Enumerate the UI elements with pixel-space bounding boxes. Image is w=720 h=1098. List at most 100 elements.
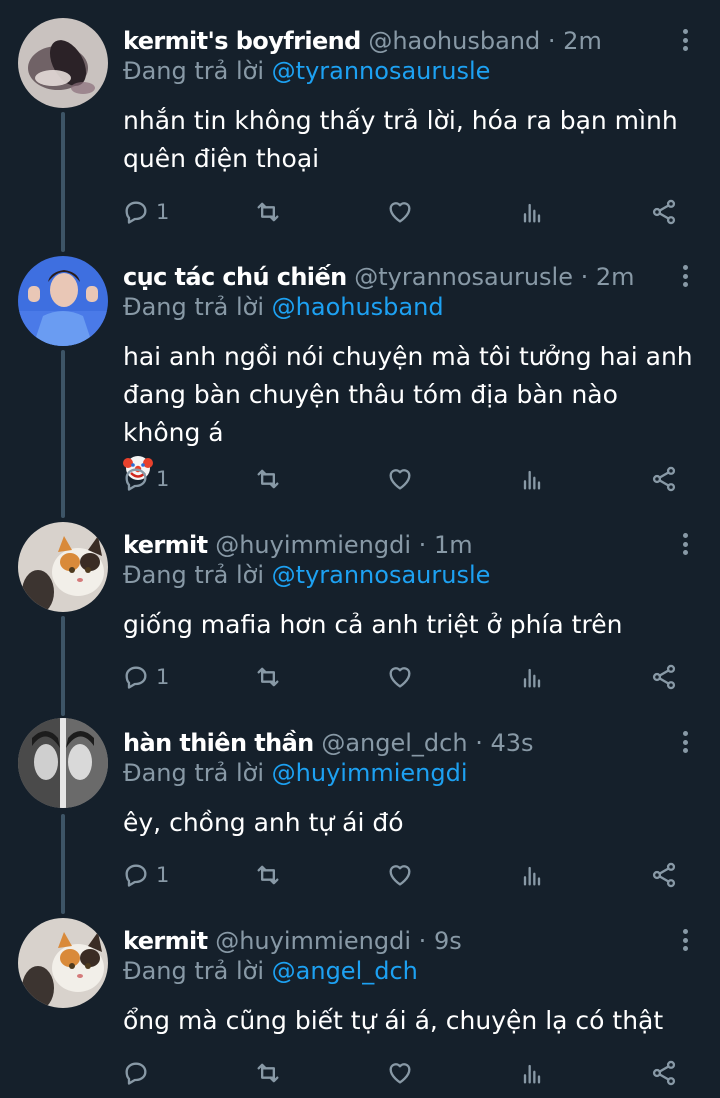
- reply-mention[interactable]: @angel_dch: [272, 957, 418, 985]
- blurry-photo-avatar-image: [18, 18, 108, 108]
- reply-icon: [125, 864, 147, 887]
- analytics-icon: [523, 203, 541, 223]
- more-options-icon[interactable]: [680, 26, 690, 54]
- person-blue-background-avatar-image: [18, 256, 108, 346]
- reply-mention[interactable]: @tyrannosaurusle: [272, 561, 491, 589]
- user-handle[interactable]: @haohusband: [368, 27, 540, 55]
- timestamp[interactable]: 2m: [563, 27, 602, 55]
- retweet-button[interactable]: [254, 462, 282, 496]
- tweet-text: ổng mà cũng biết tự ái á, chuyện lạ có t…: [123, 1002, 696, 1040]
- display-name[interactable]: cục tác chú chiến: [123, 263, 347, 291]
- reply-count: 1: [156, 200, 170, 224]
- analytics-button[interactable]: [518, 462, 546, 496]
- tweet-header: kermit @huyimmiengdi · 1m: [123, 528, 660, 562]
- replying-to: Đang trả lời @huyimmiengdi: [123, 758, 468, 788]
- avatar[interactable]: [18, 918, 108, 1008]
- tweet-actions: 1: [0, 195, 720, 229]
- analytics-button[interactable]: [518, 660, 546, 694]
- retweet-button[interactable]: [254, 195, 282, 229]
- tweet[interactable]: kermit @huyimmiengdi · 1m Đang trả lời @…: [0, 518, 720, 716]
- display-name[interactable]: hàn thiên thần: [123, 729, 314, 757]
- tweet[interactable]: kermit's boyfriend @haohusband · 2m Đang…: [0, 0, 720, 250]
- share-button[interactable]: [650, 858, 678, 892]
- retweet-button[interactable]: [254, 1056, 282, 1090]
- analytics-icon: [523, 668, 541, 688]
- reply-prefix: Đang trả lời: [123, 57, 265, 85]
- timestamp[interactable]: 2m: [596, 263, 635, 291]
- reply-button[interactable]: 1: [122, 462, 169, 496]
- more-options-icon[interactable]: [680, 530, 690, 558]
- cat-avatar-image: [18, 522, 108, 612]
- avatar[interactable]: [18, 522, 108, 612]
- more-options-icon[interactable]: [680, 926, 690, 954]
- reply-mention[interactable]: @tyrannosaurusle: [272, 57, 491, 85]
- timestamp[interactable]: 9s: [434, 927, 462, 955]
- timestamp[interactable]: 1m: [434, 531, 473, 559]
- reply-button[interactable]: 1: [122, 660, 169, 694]
- like-icon: [389, 1063, 411, 1084]
- share-button[interactable]: [650, 1056, 678, 1090]
- reply-mention[interactable]: @haohusband: [272, 293, 444, 321]
- share-icon: [652, 1060, 676, 1086]
- reply-prefix: Đang trả lời: [123, 957, 265, 985]
- tweet[interactable]: kermit @huyimmiengdi · 9s Đang trả lời @…: [0, 914, 720, 1098]
- like-button[interactable]: [386, 660, 414, 694]
- analytics-button[interactable]: [518, 858, 546, 892]
- more-options-icon[interactable]: [680, 262, 690, 290]
- share-button[interactable]: [650, 462, 678, 496]
- replying-to: Đang trả lời @tyrannosaurusle: [123, 56, 490, 86]
- retweet-button[interactable]: [254, 660, 282, 694]
- tweet-text-line: êy, chồng anh tự ái đó: [123, 808, 404, 837]
- reply-icon: [125, 666, 147, 689]
- tweet-header: hàn thiên thần @angel_dch · 43s: [123, 726, 660, 760]
- tweet-actions: 1: [0, 660, 720, 694]
- tweet-text-line: ổng mà cũng biết tự ái á, chuyện lạ có t…: [123, 1006, 664, 1035]
- replying-to: Đang trả lời @angel_dch: [123, 956, 418, 986]
- reply-button[interactable]: 1: [122, 195, 169, 229]
- like-button[interactable]: [386, 462, 414, 496]
- reply-prefix: Đang trả lời: [123, 561, 265, 589]
- tweet[interactable]: hàn thiên thần @angel_dch · 43s Đang trả…: [0, 716, 720, 914]
- separator-dot: ·: [418, 927, 427, 955]
- reply-mention[interactable]: @huyimmiengdi: [272, 759, 468, 787]
- reply-icon: [125, 1062, 147, 1085]
- display-name[interactable]: kermit: [123, 531, 208, 559]
- like-icon: [389, 469, 411, 490]
- more-options-icon[interactable]: [680, 728, 690, 756]
- tweet-header: cục tác chú chiến @tyrannosaurusle · 2m: [123, 260, 660, 294]
- share-icon: [652, 862, 676, 888]
- user-handle[interactable]: @huyimmiengdi: [215, 927, 411, 955]
- user-handle[interactable]: @tyrannosaurusle: [354, 263, 573, 291]
- avatar[interactable]: [18, 718, 108, 808]
- user-handle[interactable]: @huyimmiengdi: [215, 531, 411, 559]
- reply-button[interactable]: [122, 1056, 156, 1090]
- like-icon: [389, 202, 411, 223]
- display-name[interactable]: kermit's boyfriend: [123, 27, 361, 55]
- cat-avatar-image: [18, 918, 108, 1008]
- share-button[interactable]: [650, 660, 678, 694]
- user-handle[interactable]: @angel_dch: [321, 729, 467, 757]
- reply-count: 1: [156, 467, 170, 491]
- avatar[interactable]: [18, 256, 108, 346]
- reply-icon: [125, 201, 147, 224]
- like-icon: [389, 667, 411, 688]
- tweet-actions: 1: [0, 462, 720, 496]
- like-button[interactable]: [386, 1056, 414, 1090]
- timestamp[interactable]: 43s: [490, 729, 533, 757]
- tweet-header: kermit's boyfriend @haohusband · 2m: [123, 24, 660, 58]
- analytics-button[interactable]: [518, 195, 546, 229]
- like-button[interactable]: [386, 858, 414, 892]
- share-button[interactable]: [650, 195, 678, 229]
- avatar[interactable]: [18, 18, 108, 108]
- share-icon: [652, 466, 676, 492]
- tweet[interactable]: cục tác chú chiến @tyrannosaurusle · 2m …: [0, 250, 720, 518]
- tweet-text-line: hai anh ngồi nói chuyện mà tôi tưởng hai…: [123, 342, 693, 371]
- reply-button[interactable]: 1: [122, 858, 169, 892]
- analytics-button[interactable]: [518, 1056, 546, 1090]
- display-name[interactable]: kermit: [123, 927, 208, 955]
- tweet-actions: [0, 1056, 720, 1090]
- retweet-button[interactable]: [254, 858, 282, 892]
- analytics-icon: [523, 1064, 541, 1084]
- tweet-header: kermit @huyimmiengdi · 9s: [123, 924, 660, 958]
- like-button[interactable]: [386, 195, 414, 229]
